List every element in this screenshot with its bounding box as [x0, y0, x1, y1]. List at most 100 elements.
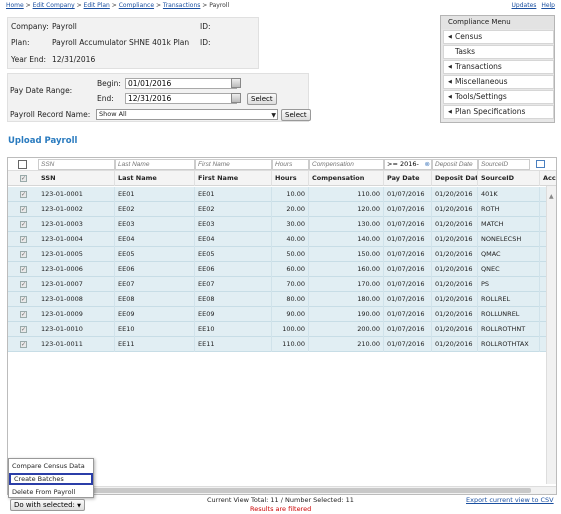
row-checkbox[interactable]: ✓ [20, 311, 27, 318]
cell-last-name: EE01 [115, 187, 195, 202]
column-header-source-id[interactable]: SourceID [478, 171, 540, 186]
export-csv-link[interactable]: Export current view to CSV [466, 496, 554, 504]
menu-item-tools-settings[interactable]: ◀ Tools/Settings [443, 90, 554, 104]
cell-hours: 20.00 [272, 202, 309, 217]
column-header-compensation[interactable]: Compensation [309, 171, 384, 186]
year-end-value: 12/31/2016 [52, 54, 96, 64]
table-row[interactable]: ✓ 123-01-0002 EE02 EE02 20.00 120.00 01/07/201… [8, 202, 556, 217]
cell-deposit-date: 01/20/2016 [432, 307, 478, 322]
menu-item-plan-specifications[interactable]: ◀ Plan Specifications [443, 105, 554, 119]
cell-deposit-date: 01/20/2016 [432, 247, 478, 262]
row-checkbox[interactable]: ✓ [20, 326, 27, 333]
breadcrumb-compliance[interactable]: Compliance [119, 2, 154, 9]
column-header-hours[interactable]: Hours [272, 171, 309, 186]
delete-from-payroll-item[interactable]: Delete From Payroll [9, 486, 93, 498]
column-header-acc[interactable]: Acc [540, 171, 556, 186]
breadcrumb-home[interactable]: Home [6, 2, 24, 9]
date-select-button[interactable]: Select [247, 93, 277, 105]
column-header-ssn[interactable]: SSN [38, 171, 115, 186]
table-row[interactable]: ✓ 123-01-0009 EE09 EE09 90.00 190.00 01/07/201… [8, 307, 556, 322]
copy-icon[interactable] [18, 160, 27, 169]
column-header-deposit-date[interactable]: Deposit Date [432, 171, 478, 186]
help-link[interactable]: Help [541, 2, 555, 9]
table-row[interactable]: ✓ 123-01-0011 EE11 EE11 110.00 210.00 01/07/20… [8, 337, 556, 352]
triangle-left-icon: ◀ [448, 79, 452, 85]
record-select-button[interactable]: Select [281, 109, 311, 121]
breadcrumb-edit-company[interactable]: Edit Company [33, 2, 75, 9]
table-row[interactable]: ✓ 123-01-0007 EE07 EE07 70.00 170.00 01/07/201… [8, 277, 556, 292]
column-header-pay-date[interactable]: Pay Date [384, 171, 432, 186]
table-row[interactable]: ✓ 123-01-0008 EE08 EE08 80.00 180.00 01/07/201… [8, 292, 556, 307]
cell-compensation: 210.00 [309, 337, 384, 352]
row-checkbox[interactable]: ✓ [20, 296, 27, 303]
filter-source-id[interactable] [478, 159, 530, 170]
page-title: Upload Payroll [8, 136, 78, 146]
breadcrumb-edit-plan[interactable]: Edit Plan [84, 2, 110, 9]
chevron-down-icon: ▼ [271, 112, 276, 119]
row-checkbox[interactable]: ✓ [20, 266, 27, 273]
menu-item-tasks[interactable]: Tasks [443, 45, 554, 59]
do-with-selected-button[interactable]: Do with selected: ▼ [10, 499, 85, 511]
filter-compensation[interactable] [309, 159, 384, 170]
menu-item-miscellaneous[interactable]: ◀ Miscellaneous [443, 75, 554, 89]
updates-link[interactable]: Updates [512, 2, 537, 9]
cell-pay-date: 01/07/2016 [384, 187, 432, 202]
table-row[interactable]: ✓ 123-01-0005 EE05 EE05 50.00 150.00 01/07/201… [8, 247, 556, 262]
row-checkbox[interactable]: ✓ [20, 206, 27, 213]
begin-date-input[interactable] [125, 78, 237, 89]
end-calendar-icon[interactable] [231, 93, 241, 103]
menu-item-transactions[interactable]: ◀ Transactions [443, 60, 554, 74]
cell-hours: 90.00 [272, 307, 309, 322]
cell-last-name: EE02 [115, 202, 195, 217]
export-window-icon[interactable] [536, 160, 545, 168]
compare-census-data-item[interactable]: Compare Census Data [9, 460, 93, 472]
cell-last-name: EE08 [115, 292, 195, 307]
scroll-up-icon[interactable]: ▲ [549, 193, 554, 200]
cell-deposit-date: 01/20/2016 [432, 337, 478, 352]
cell-pay-date: 01/07/2016 [384, 307, 432, 322]
cell-hours: 50.00 [272, 247, 309, 262]
breadcrumb-transactions[interactable]: Transactions [163, 2, 200, 9]
cell-pay-date: 01/07/2016 [384, 292, 432, 307]
cell-compensation: 180.00 [309, 292, 384, 307]
record-name-select[interactable]: Show All ▼ [96, 109, 278, 120]
cell-hours: 70.00 [272, 277, 309, 292]
table-row[interactable]: ✓ 123-01-0006 EE06 EE06 60.00 160.00 01/07/201… [8, 262, 556, 277]
row-checkbox[interactable]: ✓ [20, 251, 27, 258]
vertical-scrollbar[interactable]: ▲ [546, 186, 556, 484]
row-checkbox[interactable]: ✓ [20, 341, 27, 348]
cell-hours: 10.00 [272, 187, 309, 202]
begin-calendar-icon[interactable] [231, 78, 241, 88]
filter-ssn[interactable] [38, 159, 115, 170]
end-date-input[interactable] [125, 93, 237, 104]
row-checkbox[interactable]: ✓ [20, 221, 27, 228]
column-header-last-name[interactable]: Last Name [115, 171, 195, 186]
clear-filter-icon[interactable]: ⊗ [425, 160, 430, 169]
select-all-checkbox[interactable]: ✓ [20, 175, 27, 182]
column-header-first-name[interactable]: First Name [195, 171, 272, 186]
menu-item-label: Miscellaneous [455, 77, 508, 86]
breadcrumb-current: Payroll [209, 2, 230, 9]
table-row[interactable]: ✓ 123-01-0010 EE10 EE10 100.00 200.00 01/07/20… [8, 322, 556, 337]
cell-source-id: QNEC [478, 262, 540, 277]
cell-deposit-date: 01/20/2016 [432, 232, 478, 247]
cell-first-name: EE09 [195, 307, 272, 322]
cell-deposit-date: 01/20/2016 [432, 202, 478, 217]
filter-hours[interactable] [272, 159, 309, 170]
compliance-menu: Compliance Menu ◀ Census Tasks ◀ Transacti… [440, 15, 555, 123]
row-checkbox[interactable]: ✓ [20, 281, 27, 288]
row-checkbox[interactable]: ✓ [20, 191, 27, 198]
filter-first-name[interactable] [195, 159, 272, 170]
filter-deposit-date[interactable] [432, 159, 478, 170]
filter-last-name[interactable] [115, 159, 195, 170]
cell-last-name: EE09 [115, 307, 195, 322]
table-row[interactable]: ✓ 123-01-0003 EE03 EE03 30.00 130.00 01/07/201… [8, 217, 556, 232]
filter-pay-date[interactable]: >= 2016- ⊗ [384, 159, 432, 170]
menu-item-census[interactable]: ◀ Census [443, 30, 554, 44]
filter-row: >= 2016- ⊗ [8, 158, 556, 171]
table-row[interactable]: ✓ 123-01-0001 EE01 EE01 10.00 110.00 01/07/201… [8, 187, 556, 202]
table-row[interactable]: ✓ 123-01-0004 EE04 EE04 40.00 140.00 01/07/201… [8, 232, 556, 247]
create-batches-item[interactable]: Create Batches [9, 473, 93, 485]
row-checkbox[interactable]: ✓ [20, 236, 27, 243]
cell-hours: 100.00 [272, 322, 309, 337]
